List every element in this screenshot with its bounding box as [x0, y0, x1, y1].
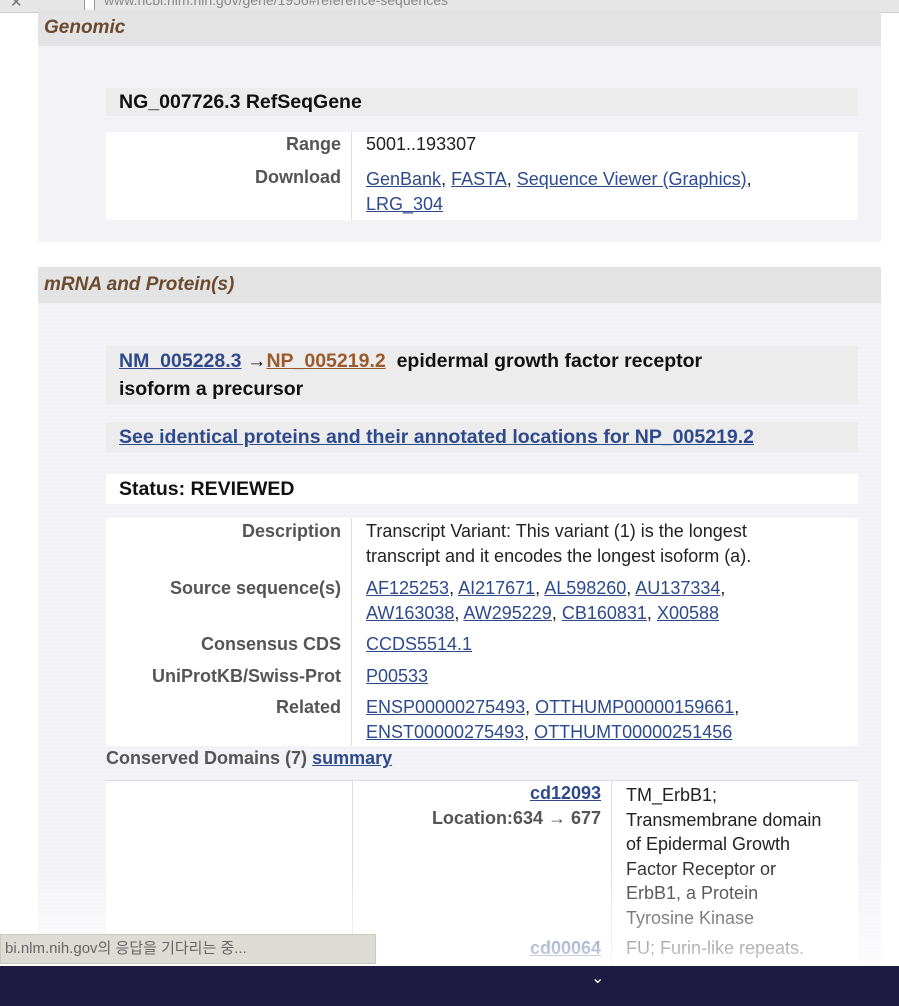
domain-desc-line: Transmembrane domain — [626, 809, 822, 830]
nm-link[interactable]: NM_005228.3 — [119, 350, 242, 372]
source-sequences-label: Source sequence(s) — [106, 569, 352, 627]
close-icon[interactable]: ✕ — [10, 0, 23, 11]
domain-description: TM_ErbB1; Transmembrane domain of Epider… — [626, 783, 821, 931]
related-label: Related — [106, 689, 352, 746]
browser-status-bubble: bi.nlm.nih.gov의 응답을 기다리는 중... — [0, 934, 376, 964]
range-label: Range — [106, 132, 352, 159]
mrna-section-header[interactable]: mRNA and Protein(s) — [38, 267, 881, 303]
lrg-link[interactable]: LRG_304 — [366, 194, 443, 214]
related-link[interactable]: ENSP00000275493 — [366, 697, 525, 717]
domain-description-2: FU; Furin-like repeats. — [626, 938, 805, 958]
source-link[interactable]: AL598260 — [544, 578, 626, 598]
protein-name: epidermal growth factor receptor — [396, 350, 703, 372]
source-link[interactable]: AW163038 — [366, 603, 454, 623]
domain-id-cell: cd12093 Location:634 → 677 cd00064 — [353, 781, 612, 971]
genomic-table: Range 5001..193307 Download GenBank, FAS… — [106, 132, 858, 220]
related-link[interactable]: OTTHUMP00000159661 — [535, 697, 734, 717]
status-label: Status: REVIEWED — [106, 474, 858, 504]
mrna-details-table: Description Transcript Variant: This var… — [106, 518, 858, 746]
cd12093-link[interactable]: cd12093 — [530, 783, 601, 803]
transcript-title: NM_005228.3 →NP_005219.2 epidermal growt… — [106, 346, 858, 404]
conserved-summary-link[interactable]: summary — [312, 748, 392, 768]
identical-proteins-link[interactable]: See identical proteins and their annotat… — [119, 426, 754, 448]
domain-desc-cell: TM_ErbB1; Transmembrane domain of Epider… — [612, 781, 858, 971]
related-link[interactable]: ENST00000275493 — [366, 722, 524, 742]
source-link[interactable]: AF125253 — [366, 578, 449, 598]
download-label: Download — [106, 158, 352, 220]
description-line: Transcript Variant: This variant (1) is … — [366, 521, 747, 541]
domain-location: Location:634 → 677 — [431, 808, 601, 828]
conserved-domains-label: Conserved Domains (7) — [106, 748, 308, 768]
range-value: 5001..193307 — [366, 134, 477, 154]
related: ENSP00000275493, OTTHUMP00000159661, ENS… — [366, 697, 740, 743]
conserved-domains-heading: Conserved Domains (7) summary — [106, 748, 392, 769]
source-link[interactable]: CB160831 — [562, 603, 647, 623]
source-link[interactable]: X00588 — [657, 603, 719, 623]
protein-name-cont: isoform a precursor — [119, 378, 304, 400]
source-link[interactable]: AU137334 — [635, 578, 720, 598]
domain-desc-line: TM_ErbB1; — [626, 785, 718, 805]
chevron-down-icon[interactable]: ⌄ — [591, 968, 604, 988]
url-text[interactable]: www.ncbi.nlm.nih.gov/gene/1956#reference… — [104, 0, 448, 8]
source-link[interactable]: AW295229 — [463, 603, 551, 623]
consensus-cds: CCDS5514.1 — [352, 626, 858, 658]
bottom-taskbar: ⌄ — [0, 966, 899, 1006]
uniprot-label: UniProtKB/Swiss-Prot — [106, 657, 352, 690]
source-sequences: AF125253, AI217671, AL598260, AU137334, … — [366, 577, 726, 623]
domain-desc-line: ErbB1, a Protein — [626, 883, 759, 904]
refseqgene-title: NG_007726.3 RefSeqGene — [106, 88, 858, 116]
np-link[interactable]: NP_005219.2 — [266, 350, 385, 372]
cd00064-link[interactable]: cd00064 — [530, 938, 601, 958]
related-link[interactable]: OTTHUMT00000251456 — [534, 722, 732, 742]
identical-proteins-row: See identical proteins and their annotat… — [106, 422, 858, 452]
uniprot: P00533 — [352, 658, 858, 690]
arrow-icon: → — [246, 350, 267, 372]
domain-desc-line: Tyrosine Kinase — [626, 907, 755, 928]
source-link[interactable]: AI217671 — [458, 578, 535, 598]
description-label: Description — [106, 518, 352, 570]
domain-desc-line: of Epidermal Growth — [626, 834, 791, 855]
sequence-viewer-link[interactable]: Sequence Viewer (Graphics) — [517, 169, 747, 189]
domain-desc-line: Factor Receptor or — [626, 858, 777, 879]
genomic-section-header[interactable]: Genomic — [38, 10, 881, 46]
uniprot-link[interactable]: P00533 — [366, 666, 428, 686]
description-line: transcript and it encodes the longest is… — [366, 546, 752, 566]
ccds-link[interactable]: CCDS5514.1 — [366, 634, 472, 654]
description-value: Transcript Variant: This variant (1) is … — [352, 518, 858, 570]
consensus-cds-label: Consensus CDS — [106, 626, 352, 658]
genbank-link[interactable]: GenBank — [366, 169, 441, 189]
download-links: GenBank, FASTA, Sequence Viewer (Graphic… — [366, 168, 752, 214]
fasta-link[interactable]: FASTA — [451, 169, 507, 189]
